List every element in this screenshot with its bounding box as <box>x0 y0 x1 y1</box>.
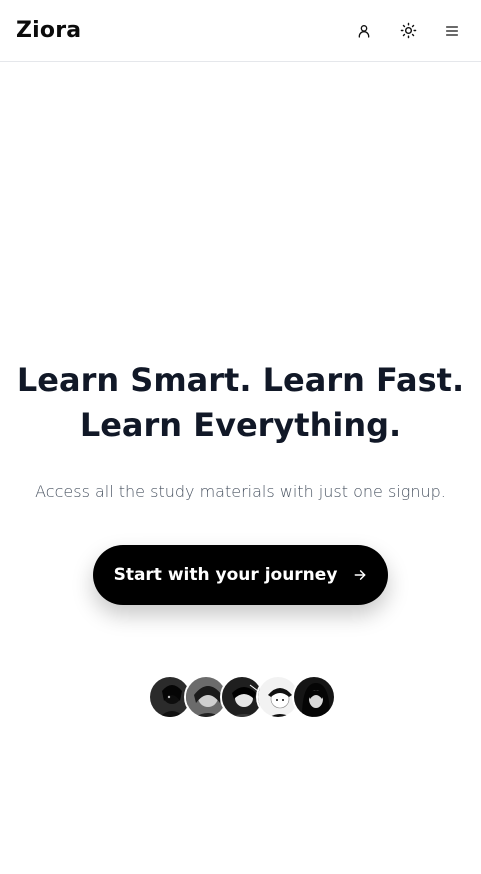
hero-headline: Learn Smart. Learn Fast. Learn Everythin… <box>11 358 471 448</box>
brand-logo[interactable]: Ziora <box>16 18 81 43</box>
menu-icon[interactable] <box>441 20 463 42</box>
cta-label: Start with your journey <box>113 565 338 585</box>
user-icon[interactable] <box>353 20 375 42</box>
headline-line-2: Learn Everything. <box>79 406 402 444</box>
top-bar: Ziora <box>0 0 481 62</box>
avatar <box>292 675 336 719</box>
hero-subtitle: Access all the study materials with just… <box>35 482 446 501</box>
start-journey-button[interactable]: Start with your journey <box>93 545 388 605</box>
arrow-right-icon <box>353 568 367 582</box>
avatar-group <box>148 675 336 719</box>
headline-line-1: Learn Smart. Learn Fast. <box>16 361 465 399</box>
landing-page: Ziora Learn Smart. Learn Fast. Learn Eve… <box>0 0 481 874</box>
sun-icon[interactable] <box>397 20 419 42</box>
hero-section: Learn Smart. Learn Fast. Learn Everythin… <box>0 358 481 605</box>
header-actions <box>353 20 465 42</box>
